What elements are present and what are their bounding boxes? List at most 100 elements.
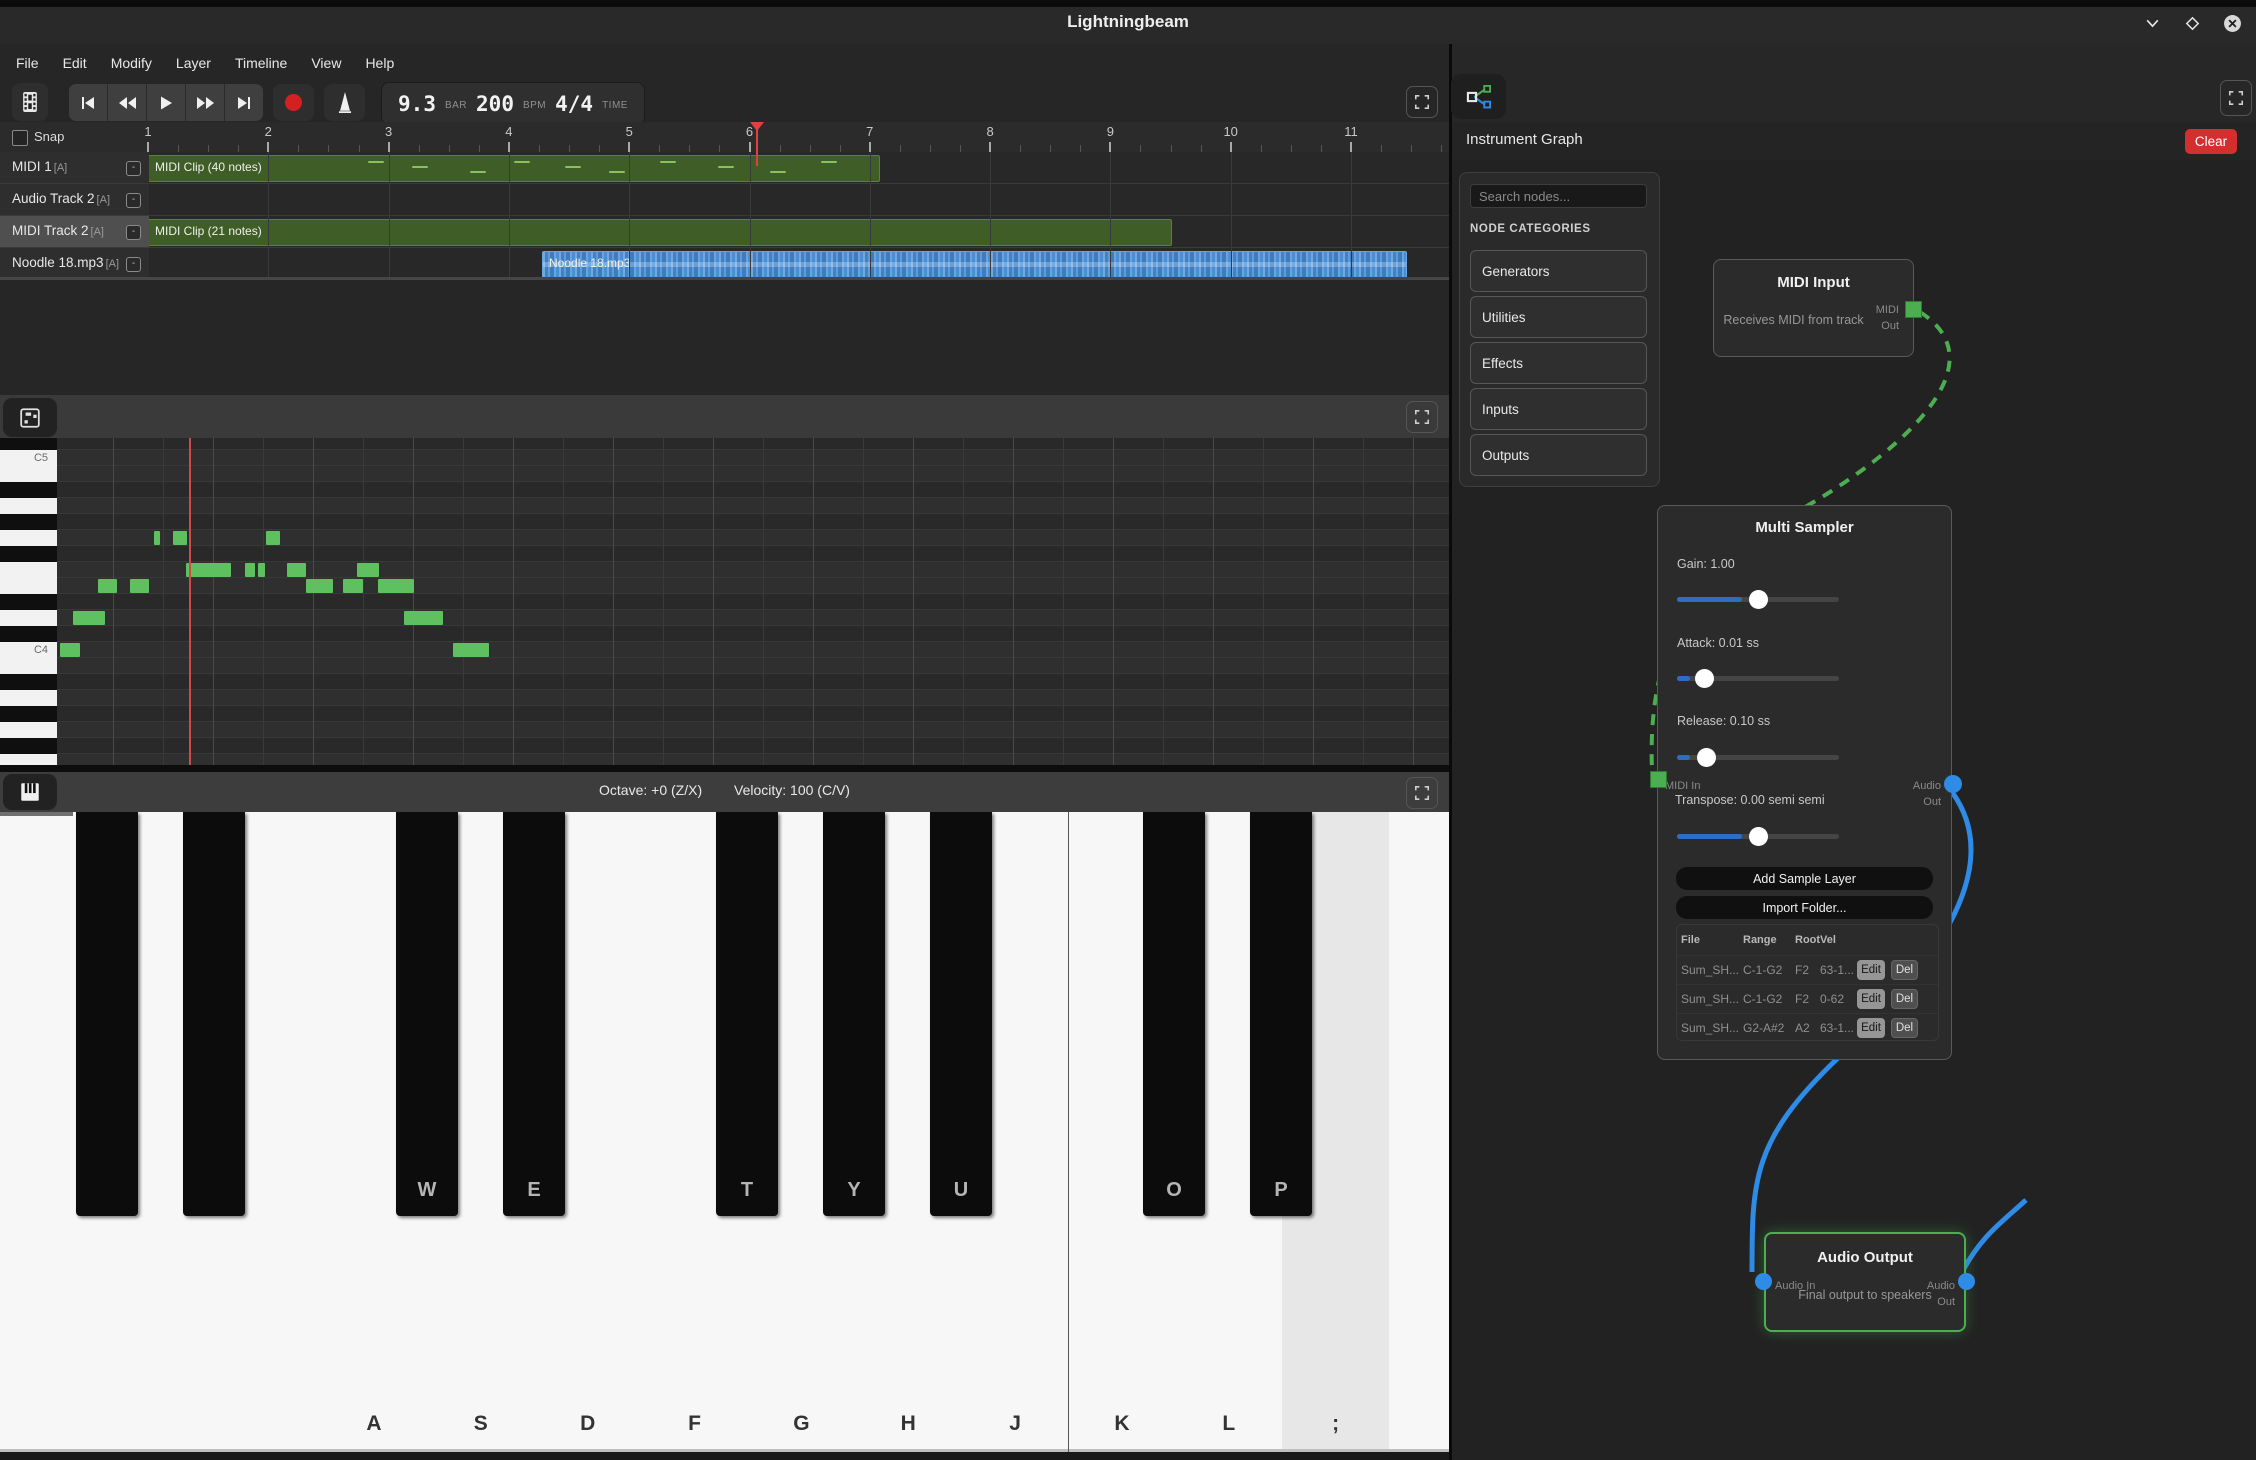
track-checkbox[interactable]: - (126, 257, 141, 272)
piano-roll-black-key[interactable] (0, 514, 57, 531)
gain-slider[interactable] (1677, 590, 1839, 609)
midi-note-G4[interactable] (154, 531, 160, 545)
clear-button[interactable]: Clear (2185, 129, 2237, 154)
black-key-P[interactable]: P (1250, 812, 1312, 1216)
category-inputs[interactable]: Inputs (1470, 388, 1647, 430)
piano-roll-layout-button[interactable] (3, 398, 57, 437)
piano-roll-white-key[interactable]: C4 (0, 642, 57, 659)
multi-sampler-node[interactable]: Multi Sampler Gain: 1.00 Attack: 0.01 ss… (1657, 505, 1952, 1060)
release-slider[interactable] (1677, 748, 1839, 767)
piano-roll[interactable]: C5 C4 (0, 438, 1449, 765)
piano-roll-white-key[interactable]: C5 (0, 450, 57, 467)
black-key-T[interactable]: T (716, 812, 778, 1216)
track-lane[interactable] (149, 184, 1449, 216)
category-outputs[interactable]: Outputs (1470, 434, 1647, 476)
menu-help[interactable]: Help (353, 44, 406, 82)
menu-file[interactable]: File (4, 44, 51, 82)
rewind-button[interactable] (108, 84, 147, 121)
piano-roll-black-key[interactable] (0, 706, 57, 723)
keyboard-expand-icon[interactable] (1406, 777, 1438, 809)
midi-input-node[interactable]: MIDI Input Receives MIDI from track MIDI… (1713, 259, 1914, 357)
black-key[interactable] (76, 812, 138, 1216)
piano-roll-expand-icon[interactable] (1406, 401, 1438, 433)
midi-note-F4[interactable] (186, 563, 231, 577)
category-effects[interactable]: Effects (1470, 342, 1647, 384)
record-button[interactable] (273, 84, 314, 121)
piano-roll-white-key[interactable] (0, 610, 57, 627)
midi-out-port[interactable] (1905, 301, 1922, 318)
del-button[interactable]: Del (1891, 1018, 1918, 1038)
midi-note-D4[interactable] (73, 611, 105, 625)
piano-roll-black-key[interactable] (0, 674, 57, 691)
black-key[interactable] (183, 812, 245, 1216)
audio-in-port[interactable] (1755, 1273, 1772, 1290)
time-display[interactable]: 9.3 BAR 200 BPM 4/4 TIME (381, 82, 645, 125)
piano-roll-white-key[interactable] (0, 578, 57, 595)
black-key-O[interactable]: O (1143, 812, 1205, 1216)
track-lane[interactable]: Noodle 18.mp3 (149, 248, 1449, 280)
track-name-cell[interactable]: MIDI 1[A]- (0, 152, 149, 184)
attack-slider[interactable] (1677, 669, 1839, 688)
film-strip-button[interactable] (12, 83, 48, 121)
midi-clip[interactable]: MIDI Clip (40 notes) (148, 155, 880, 182)
graph-expand-icon[interactable] (2220, 80, 2252, 116)
fast-forward-button[interactable] (186, 84, 225, 121)
search-input[interactable] (1470, 184, 1647, 208)
midi-note-F4[interactable] (258, 563, 265, 577)
menu-layer[interactable]: Layer (164, 44, 223, 82)
track-name-cell[interactable]: MIDI Track 2[A]- (0, 216, 149, 248)
black-key-E[interactable]: E (503, 812, 565, 1216)
transpose-slider[interactable] (1677, 827, 1839, 846)
midi-note-E4[interactable] (306, 579, 333, 593)
menu-edit[interactable]: Edit (51, 44, 99, 82)
edit-button[interactable]: Edit (1857, 1018, 1885, 1038)
midi-note-E4[interactable] (378, 579, 414, 593)
close-icon[interactable] (2216, 8, 2248, 38)
track-checkbox[interactable]: - (126, 225, 141, 240)
minimize-chevron-icon[interactable] (2136, 8, 2168, 38)
track-lane[interactable]: MIDI Clip (40 notes) (149, 152, 1449, 184)
piano-roll-black-key[interactable] (0, 482, 57, 499)
midi-clip[interactable]: MIDI Clip (21 notes) (148, 219, 1172, 246)
category-generators[interactable]: Generators (1470, 250, 1647, 292)
menu-view[interactable]: View (299, 44, 353, 82)
timeline-ruler[interactable]: Snap 1234567891011 (0, 122, 1449, 153)
metronome-button[interactable] (324, 84, 365, 121)
track-checkbox[interactable]: - (126, 161, 141, 176)
skip-to-end-button[interactable] (225, 84, 263, 121)
piano-roll-white-key[interactable] (0, 562, 57, 579)
del-button[interactable]: Del (1891, 989, 1918, 1009)
midi-note-G4[interactable] (173, 531, 187, 545)
play-button[interactable] (147, 84, 186, 121)
piano-roll-black-key[interactable] (0, 738, 57, 755)
timeline-expand-icon[interactable] (1406, 86, 1438, 118)
piano-roll-grid[interactable] (57, 438, 1449, 765)
audio-output-node[interactable]: Audio Output Audio In Final output to sp… (1764, 1232, 1966, 1332)
white-key[interactable] (1389, 812, 1449, 1452)
add-sample-layer-button[interactable]: Add Sample Layer (1676, 867, 1933, 890)
piano-roll-white-key[interactable] (0, 498, 57, 515)
instrument-graph-tab-button[interactable] (1451, 74, 1506, 119)
maximize-diamond-icon[interactable] (2176, 8, 2208, 38)
track-lane[interactable]: MIDI Clip (21 notes) (149, 216, 1449, 248)
import-folder-button[interactable]: Import Folder... (1676, 896, 1933, 919)
piano-roll-white-key[interactable] (0, 754, 57, 765)
black-key-U[interactable]: U (930, 812, 992, 1216)
piano-roll-white-key[interactable] (0, 530, 57, 547)
black-key-Y[interactable]: Y (823, 812, 885, 1216)
del-button[interactable]: Del (1891, 960, 1918, 980)
piano-roll-white-key[interactable] (0, 722, 57, 739)
menu-modify[interactable]: Modify (99, 44, 164, 82)
skip-to-start-button[interactable] (69, 84, 108, 121)
midi-note-D4[interactable] (404, 611, 443, 625)
piano-roll-white-key[interactable] (0, 466, 57, 483)
track-name-cell[interactable]: Noodle 18.mp3[A]- (0, 248, 149, 280)
piano-roll-black-key[interactable] (0, 546, 57, 563)
piano-roll-white-key[interactable] (0, 658, 57, 675)
midi-note-E4[interactable] (98, 579, 117, 593)
midi-note-F4[interactable] (287, 563, 306, 577)
track-checkbox[interactable]: - (126, 193, 141, 208)
piano-roll-black-key[interactable] (0, 626, 57, 643)
midi-note-F4[interactable] (245, 563, 255, 577)
virtual-keyboard[interactable]: ASDFGHJKL;WETYUOP (0, 812, 1449, 1460)
